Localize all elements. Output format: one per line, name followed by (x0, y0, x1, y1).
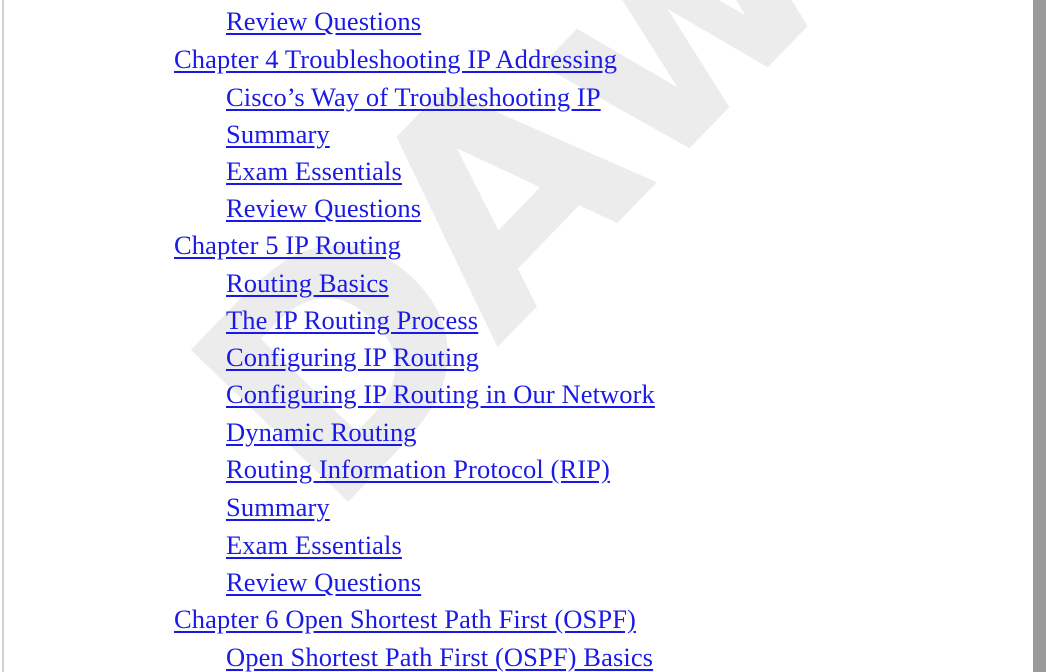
toc-entry-chapter: Chapter 4 Troubleshooting IP Addressing (174, 46, 617, 73)
toc-entry-section: Routing Information Protocol (RIP) (226, 456, 610, 483)
toc-link[interactable]: Routing Information Protocol (RIP) (226, 454, 610, 484)
toc-entry-section: Summary (226, 121, 330, 148)
toc-link[interactable]: Exam Essentials (226, 530, 402, 560)
page-right-gutter (1033, 0, 1046, 672)
toc-link[interactable]: Open Shortest Path First (OSPF) Basics (226, 642, 653, 672)
toc-link[interactable]: Review Questions (226, 193, 421, 223)
toc-link[interactable]: Review Questions (226, 567, 421, 597)
toc-entry-section: Dynamic Routing (226, 419, 417, 446)
toc-link[interactable]: The IP Routing Process (226, 305, 478, 335)
toc-link[interactable]: Chapter 6 Open Shortest Path First (OSPF… (174, 604, 636, 634)
toc-entry-chapter: Chapter 6 Open Shortest Path First (OSPF… (174, 606, 636, 633)
toc-link[interactable]: Routing Basics (226, 268, 389, 298)
page-left-border (2, 0, 4, 672)
toc-entry-section: The IP Routing Process (226, 307, 478, 334)
toc-link[interactable]: Configuring IP Routing (226, 342, 479, 372)
toc-entry-section: Summary (226, 494, 330, 521)
toc-link[interactable]: Chapter 5 IP Routing (174, 230, 401, 260)
toc-entry-section: Open Shortest Path First (OSPF) Basics (226, 644, 653, 671)
toc-entry-section: Exam Essentials (226, 532, 402, 559)
pdf-page: DAway Review Questions Chapter 4 Troubles… (0, 0, 1046, 672)
toc-entry-chapter: Chapter 5 IP Routing (174, 232, 401, 259)
toc-link[interactable]: Dynamic Routing (226, 417, 417, 447)
toc-link[interactable]: Cisco’s Way of Troubleshooting IP (226, 82, 601, 112)
toc-link[interactable]: Chapter 4 Troubleshooting IP Addressing (174, 44, 617, 74)
toc-link[interactable]: Exam Essentials (226, 156, 402, 186)
toc-entry-section: Cisco’s Way of Troubleshooting IP (226, 84, 601, 111)
toc-entry-section: Review Questions (226, 8, 421, 35)
toc-entry-section: Configuring IP Routing (226, 344, 479, 371)
toc-entry-section: Routing Basics (226, 270, 389, 297)
toc-entry-section: Review Questions (226, 195, 421, 222)
toc-entry-section: Exam Essentials (226, 158, 402, 185)
toc-link[interactable]: Summary (226, 492, 330, 522)
table-of-contents: Review Questions Chapter 4 Troubleshootin… (0, 0, 1033, 672)
toc-entry-section: Configuring IP Routing in Our Network (226, 381, 655, 408)
toc-link[interactable]: Review Questions (226, 6, 421, 36)
toc-link[interactable]: Configuring IP Routing in Our Network (226, 379, 655, 409)
toc-link[interactable]: Summary (226, 119, 330, 149)
toc-entry-section: Review Questions (226, 569, 421, 596)
